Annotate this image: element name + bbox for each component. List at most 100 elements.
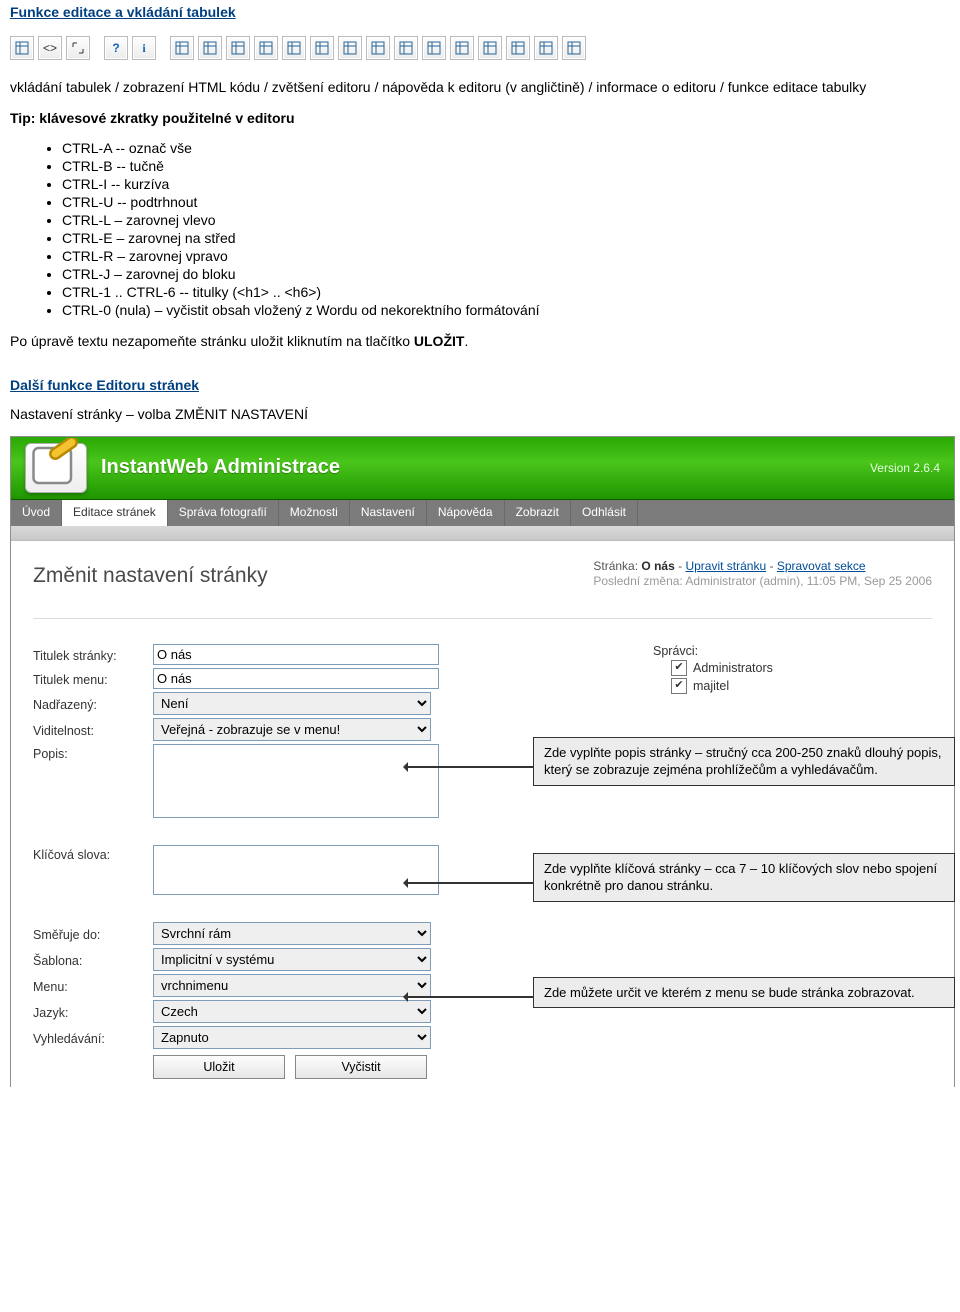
clear-button[interactable]: Vyčistit	[295, 1055, 427, 1079]
callout-description-text: Zde vyplňte popis stránky – stručný cca …	[544, 745, 941, 778]
table-row-icon[interactable]	[394, 36, 418, 60]
callout-keywords: Zde vyplňte klíčová stránky – cca 7 – 10…	[533, 853, 955, 902]
save-instruction: Po úpravě textu nezapomeňte stránku ulož…	[10, 332, 950, 351]
menu-item-zobrazit[interactable]: Zobrazit	[505, 500, 571, 526]
save-button[interactable]: Uložit	[153, 1055, 285, 1079]
section-heading-more-functions: Další funkce Editoru stránek	[10, 377, 199, 393]
label-page-title: Titulek stránky:	[33, 646, 153, 663]
expand-icon[interactable]	[66, 36, 90, 60]
callout-keywords-text: Zde vyplňte klíčová stránky – cca 7 – 10…	[544, 861, 937, 894]
label-template: Šablona:	[33, 951, 153, 968]
save-instruction-strong: ULOŽIT	[414, 333, 465, 349]
col-delete-icon[interactable]	[282, 36, 306, 60]
meta-page-label: Stránka:	[593, 559, 638, 573]
label-menu-title: Titulek menu:	[33, 670, 153, 687]
textarea-keywords[interactable]	[153, 845, 439, 895]
select-language[interactable]: Czech	[153, 1000, 431, 1023]
menu-item-úvod[interactable]: Úvod	[11, 500, 62, 526]
section-heading-tables: Funkce editace a vkládání tabulek	[10, 4, 236, 20]
checkbox-admin-1[interactable]: ✔	[671, 660, 687, 676]
cell-props-icon[interactable]	[450, 36, 474, 60]
app-title: InstantWeb Administrace	[101, 456, 340, 479]
app-header: InstantWeb Administrace Version 2.6.4	[11, 437, 954, 500]
menu-underbar	[11, 526, 954, 541]
app-window: InstantWeb Administrace Version 2.6.4 Úv…	[10, 436, 955, 1087]
label-menu: Menu:	[33, 977, 153, 994]
meta-dash-1: -	[675, 559, 686, 573]
menu-item-správa-fotografií[interactable]: Správa fotografií	[168, 500, 279, 526]
editor-toolbar: <>?i	[10, 36, 950, 60]
shortcut-item: CTRL-L – zarovnej vlevo	[62, 212, 950, 228]
code-brackets-icon[interactable]: <>	[38, 36, 62, 60]
row-insert-before-icon[interactable]	[310, 36, 334, 60]
shortcut-item: CTRL-E – zarovnej na střed	[62, 230, 950, 246]
callout-menu: Zde můžete určit ve kterém z menu se bud…	[533, 977, 955, 1009]
menu-item-možnosti[interactable]: Možnosti	[279, 500, 350, 526]
admin-name-1: Administrators	[693, 661, 773, 675]
label-target: Směřuje do:	[33, 925, 153, 942]
shortcut-item: CTRL-1 .. CTRL-6 -- titulky (<h1> .. <h6…	[62, 284, 950, 300]
input-menu-title[interactable]	[153, 668, 439, 689]
label-parent: Nadřazený:	[33, 695, 153, 712]
select-template[interactable]: Implicitní v systému	[153, 948, 431, 971]
table-icon[interactable]	[10, 36, 34, 60]
shortcut-item: CTRL-0 (nula) – vyčistit obsah vložený z…	[62, 302, 950, 318]
meta-last-change: Poslední změna: Administrator (admin), 1…	[593, 574, 932, 588]
table-grid2-icon[interactable]	[562, 36, 586, 60]
toolbar-description: vkládání tabulek / zobrazení HTML kódu /…	[10, 78, 950, 97]
app-logo-icon	[25, 443, 87, 493]
menu-item-editace-stránek[interactable]: Editace stránek	[62, 500, 168, 526]
table-rows-icon[interactable]	[422, 36, 446, 60]
menu-item-odhlásit[interactable]: Odhlásit	[571, 500, 638, 526]
callout-description: Zde vyplňte popis stránky – stručný cca …	[533, 737, 955, 786]
shortcut-item: CTRL-A -- označ vše	[62, 140, 950, 156]
label-description: Popis:	[33, 744, 153, 761]
settings-instruction: Nastavení stránky – volba ZMĚNIT NASTAVE…	[10, 405, 950, 424]
shortcut-item: CTRL-I -- kurzíva	[62, 176, 950, 192]
col-insert-before-icon[interactable]	[226, 36, 250, 60]
label-keywords: Klíčová slova:	[33, 845, 153, 862]
page-meta: Stránka: O nás - Upravit stránku - Sprav…	[593, 559, 932, 588]
table-edit-icon[interactable]	[170, 36, 194, 60]
shortcut-item: CTRL-U -- podtrhnout	[62, 194, 950, 210]
save-instruction-pre: Po úpravě textu nezapomeňte stránku ulož…	[10, 333, 414, 349]
separator	[33, 618, 932, 619]
label-admins: Správci:	[653, 641, 923, 658]
col-insert-after-icon[interactable]	[254, 36, 278, 60]
select-target[interactable]: Svrchní rám	[153, 922, 431, 945]
info-icon[interactable]: i	[132, 36, 156, 60]
link-edit-page[interactable]: Upravit stránku	[685, 559, 766, 573]
row-insert-after-icon[interactable]	[338, 36, 362, 60]
table-props-icon[interactable]	[198, 36, 222, 60]
help-icon[interactable]: ?	[104, 36, 128, 60]
app-version: Version 2.6.4	[870, 461, 940, 475]
split-cell-icon[interactable]	[506, 36, 530, 60]
row-delete-icon[interactable]	[366, 36, 390, 60]
shortcut-item: CTRL-R – zarovnej vpravo	[62, 248, 950, 264]
select-menu[interactable]: vrchnimenu	[153, 974, 431, 997]
label-search: Vyhledávání:	[33, 1029, 153, 1046]
tip-heading: Tip: klávesové zkratky použitelné v edit…	[10, 109, 950, 128]
shortcut-item: CTRL-J – zarovnej do bloku	[62, 266, 950, 282]
shortcut-item: CTRL-B -- tučně	[62, 158, 950, 174]
shortcuts-list: CTRL-A -- označ vše CTRL-B -- tučně CTRL-I…	[62, 140, 950, 318]
admin-name-2: majitel	[693, 679, 729, 693]
textarea-description[interactable]	[153, 744, 439, 818]
page-title: Změnit nastavení stránky	[33, 564, 268, 588]
app-main-menu: ÚvodEditace stránekSpráva fotografiíMožn…	[11, 500, 954, 526]
select-search[interactable]: Zapnuto	[153, 1026, 431, 1049]
select-visibility[interactable]: Veřejná - zobrazuje se v menu!	[153, 718, 431, 741]
select-parent[interactable]: Není	[153, 692, 431, 715]
menu-item-nastavení[interactable]: Nastavení	[350, 500, 427, 526]
meta-dash-2: -	[766, 559, 777, 573]
link-manage-sections[interactable]: Spravovat sekce	[777, 559, 866, 573]
label-language: Jazyk:	[33, 1003, 153, 1020]
label-visibility: Viditelnost:	[33, 721, 153, 738]
table-grid-icon[interactable]	[534, 36, 558, 60]
save-instruction-post: .	[464, 333, 468, 349]
callout-menu-text: Zde můžete určit ve kterém z menu se bud…	[544, 985, 915, 1000]
input-page-title[interactable]	[153, 644, 439, 665]
menu-item-nápověda[interactable]: Nápověda	[427, 500, 505, 526]
merge-cells-icon[interactable]	[478, 36, 502, 60]
checkbox-admin-2[interactable]: ✔	[671, 678, 687, 694]
